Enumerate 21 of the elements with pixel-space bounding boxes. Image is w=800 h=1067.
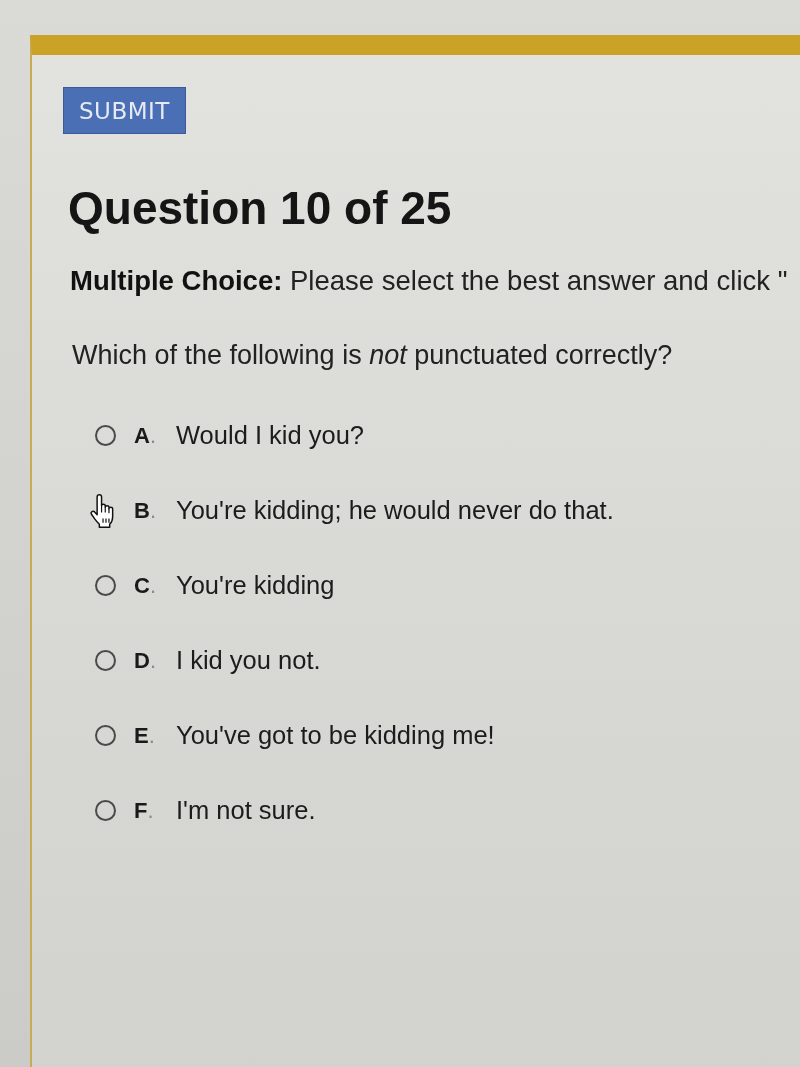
radio-button[interactable] [94,800,116,821]
radio-button[interactable] [94,650,116,671]
option-letter: D. [134,647,157,674]
option-text: I kid you not. [176,646,321,675]
option-letter: C. [134,572,157,599]
option-letter: A. [134,422,157,449]
instructions-text: Multiple Choice: Please select the best answer and click " [70,264,789,298]
option-letter: E. [134,722,156,749]
option-text: You've got to be kidding me! [176,721,495,750]
submit-button[interactable]: SUBMIT [63,87,186,134]
option-letter: B. [134,497,157,524]
option-letter: F. [134,797,155,824]
radio-button[interactable] [94,575,116,596]
radio-button[interactable] [94,425,116,446]
option-text: I'm not sure. [176,796,316,825]
option-text: You're kidding [176,571,335,600]
question-text: Which of the following is not punctuated correctly? [72,339,674,372]
option-text: Would I kid you? [176,421,365,450]
question-title: Question 10 of 25 [68,181,453,236]
radio-button[interactable] [94,725,116,746]
option-text: You're kidding; he would never do that. [176,496,614,525]
